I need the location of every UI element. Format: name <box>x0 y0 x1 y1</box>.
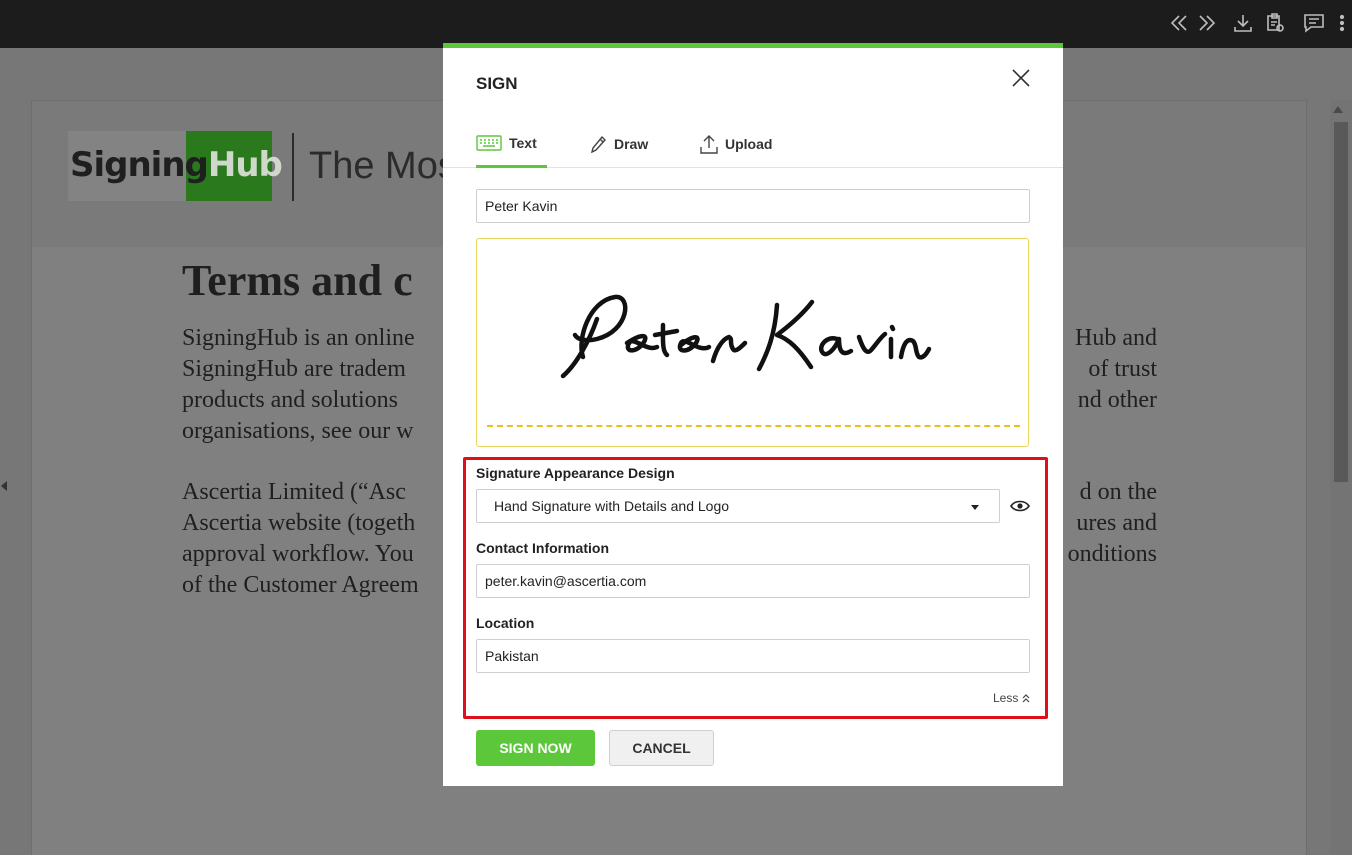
signature-baseline <box>487 425 1020 427</box>
double-chevron-right-icon[interactable] <box>1194 10 1220 36</box>
more-vertical-icon[interactable] <box>1332 10 1352 36</box>
less-label: Less <box>993 691 1019 705</box>
top-toolbar <box>0 0 1352 48</box>
tab-upload-label: Upload <box>725 136 773 152</box>
scrollbar-thumb[interactable] <box>1334 122 1348 482</box>
signature-mode-tabs: Text Draw Upload <box>443 120 1063 168</box>
appearance-label: Signature Appearance Design <box>476 465 675 481</box>
comment-icon[interactable] <box>1301 10 1327 36</box>
signer-name-input[interactable] <box>476 189 1030 223</box>
clipboard-icon[interactable] <box>1262 10 1288 36</box>
signature-preview <box>476 238 1029 447</box>
contact-label: Contact Information <box>476 540 609 556</box>
tagline: The Mos <box>309 145 457 187</box>
signinghub-logo: SigningHub <box>68 131 283 201</box>
location-input[interactable] <box>476 639 1030 673</box>
tab-text-label: Text <box>509 134 537 151</box>
tab-upload[interactable]: Upload <box>700 120 772 168</box>
tab-draw-label: Draw <box>614 136 649 152</box>
document-title: Terms and c <box>182 256 413 305</box>
logo-divider <box>292 133 294 201</box>
sign-dialog: SIGN Text Draw Upload Peter Kavin Signat… <box>443 43 1063 786</box>
scroll-up-icon[interactable] <box>1333 106 1343 113</box>
eye-icon[interactable] <box>1010 498 1030 514</box>
double-chevron-left-icon[interactable] <box>1166 10 1192 36</box>
panel-toggle-icon[interactable] <box>1 481 7 491</box>
tab-text[interactable]: Text <box>476 120 547 168</box>
caret-down-icon <box>971 505 979 510</box>
cancel-button[interactable]: CANCEL <box>609 730 714 766</box>
download-icon[interactable] <box>1230 10 1256 36</box>
pen-icon <box>591 135 606 153</box>
double-chevron-up-icon <box>1022 694 1030 703</box>
less-toggle[interactable]: Less <box>993 691 1031 705</box>
appearance-design-select[interactable]: Hand Signature with Details and Logo <box>476 489 1000 523</box>
dialog-title: SIGN <box>476 74 518 93</box>
close-icon[interactable] <box>1009 66 1033 90</box>
contact-information-input[interactable] <box>476 564 1030 598</box>
tab-draw[interactable]: Draw <box>591 120 648 168</box>
upload-icon <box>700 135 718 154</box>
signature-drawing <box>560 294 932 379</box>
location-label: Location <box>476 615 535 631</box>
appearance-design-value: Hand Signature with Details and Logo <box>494 498 730 514</box>
sign-now-button[interactable]: SIGN NOW <box>476 730 595 766</box>
keyboard-icon <box>476 134 502 151</box>
